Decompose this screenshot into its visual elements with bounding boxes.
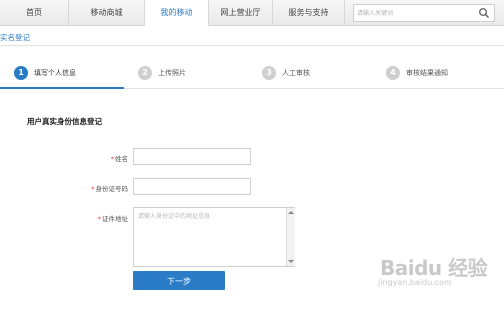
active-step-indicator	[0, 87, 124, 89]
search-input[interactable]	[357, 5, 467, 21]
step-number: 4	[386, 66, 400, 80]
name-field[interactable]	[133, 148, 251, 165]
step-number: 1	[14, 66, 28, 80]
page-title: 实名登记	[0, 33, 30, 42]
search-box	[353, 4, 495, 22]
address-textarea[interactable]	[133, 207, 295, 267]
divider	[0, 45, 504, 46]
nav-item-support[interactable]: 服务与支持	[273, 0, 345, 25]
watermark-url: jingyan.baidu.com	[378, 278, 452, 287]
nav-item-mall[interactable]: 移动商城	[69, 0, 145, 25]
section-title: 用户真实身份信息登记	[27, 117, 102, 126]
top-nav: 首页 移动商城 我的移动 网上营业厅 服务与支持	[0, 0, 504, 26]
watermark-logo: Baidu 经验	[380, 256, 488, 280]
watermark: Baidu 经验 jingyan.baidu.com	[372, 252, 497, 300]
textarea-scrollbar[interactable]	[286, 208, 295, 266]
step-label: 上传照片	[158, 69, 186, 77]
scroll-down-icon[interactable]	[288, 260, 294, 263]
id-number-label: *身份证号码	[91, 185, 128, 193]
step-number: 2	[138, 66, 152, 80]
scroll-up-icon[interactable]	[288, 211, 294, 214]
required-mark: *	[110, 155, 114, 163]
id-number-field[interactable]	[133, 178, 251, 195]
name-label: *姓名	[110, 155, 128, 163]
nav-item-home[interactable]: 首页	[0, 0, 69, 25]
step-label: 填写个人信息	[34, 69, 76, 77]
address-label: *证件地址	[97, 215, 128, 223]
nav-item-my-mobile[interactable]: 我的移动	[145, 0, 209, 26]
search-icon[interactable]	[478, 7, 490, 19]
nav-item-online-hall[interactable]: 网上营业厅	[209, 0, 273, 25]
required-mark: *	[91, 185, 95, 193]
step-label: 审核结果通知	[406, 69, 448, 77]
next-step-button[interactable]: 下一步	[133, 271, 225, 290]
progress-steps: 1 填写个人信息 2 上传照片 3 人工审核 4 审核结果通知	[0, 61, 504, 91]
step-number: 3	[262, 66, 276, 80]
required-mark: *	[97, 215, 101, 223]
step-label: 人工审核	[282, 69, 310, 77]
